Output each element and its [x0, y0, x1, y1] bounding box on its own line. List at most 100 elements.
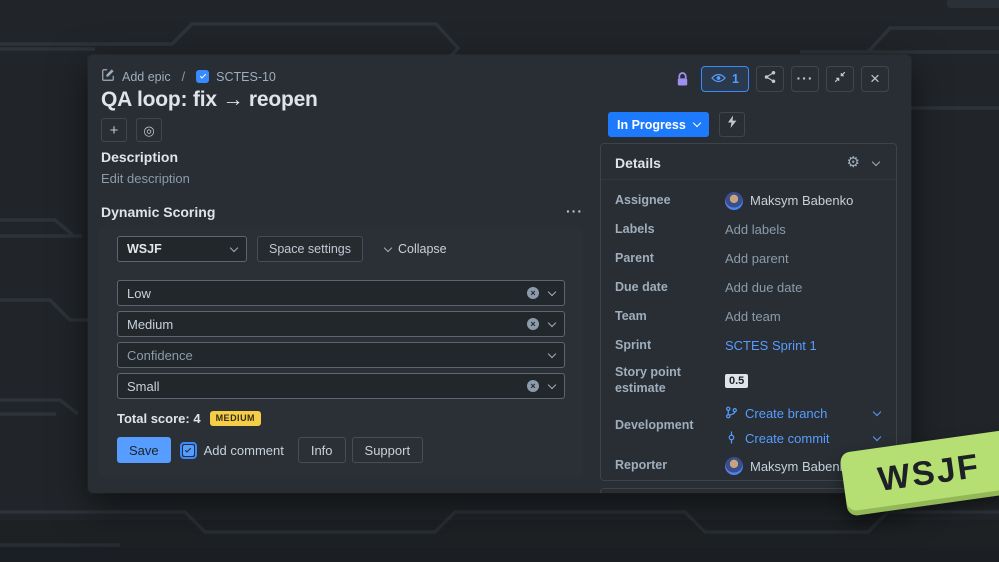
reporter-name: Maksym Babenko	[750, 459, 853, 474]
time-criticality-select[interactable]: Medium	[117, 311, 565, 337]
sprint-label: Sprint	[615, 338, 725, 354]
due-date-label: Due date	[615, 280, 725, 296]
confidence-placeholder: Confidence	[127, 348, 193, 363]
details-rows: Assignee Maksym Babenko Labels Add label…	[601, 180, 896, 482]
labels-row: Labels Add labels	[615, 215, 882, 244]
commit-icon	[725, 431, 738, 447]
due-date-row: Due date Add due date	[615, 273, 882, 302]
chevron-down-icon	[384, 243, 392, 251]
team-row: Team Add team	[615, 302, 882, 331]
story-points-label: Story point estimate	[615, 365, 725, 396]
confidence-select[interactable]: Confidence	[117, 342, 565, 368]
avatar	[725, 457, 743, 475]
total-score-text: Total score: 4	[117, 411, 201, 426]
app-background: { "breadcrumb": { "add_epic": "Add epic"…	[0, 0, 999, 562]
support-button[interactable]: Support	[352, 437, 424, 463]
status-label: In Progress	[617, 118, 686, 132]
description-heading: Description	[101, 149, 178, 165]
clear-icon[interactable]	[527, 380, 539, 392]
story-points-row: Story point estimate 0.5	[615, 360, 882, 402]
create-commit-label: Create commit	[745, 431, 830, 446]
collapse-toggle[interactable]: Collapse	[385, 242, 447, 256]
chevron-down-icon	[548, 380, 556, 388]
development-links: Create branch Create commit	[725, 406, 882, 447]
chevron-down-icon	[548, 349, 556, 357]
space-settings-button[interactable]: Space settings	[257, 236, 363, 262]
assignee-name: Maksym Babenko	[750, 193, 853, 208]
parent-row: Parent Add parent	[615, 244, 882, 273]
issue-dialog: 1	[88, 55, 911, 493]
time-criticality-value: Medium	[127, 317, 173, 332]
assignee-row: Assignee Maksym Babenko	[615, 186, 882, 215]
close-icon	[870, 70, 880, 89]
wsjf-sticker-text: WSJF	[876, 447, 983, 500]
gear-icon[interactable]	[847, 154, 860, 172]
job-size-select[interactable]: Small	[117, 373, 565, 399]
header-actions: 1	[676, 66, 889, 92]
add-comment-label[interactable]: Add comment	[204, 443, 284, 458]
create-commit-link[interactable]: Create commit	[725, 431, 882, 447]
details-header[interactable]: Details	[601, 144, 896, 180]
quick-actions	[101, 118, 162, 142]
collapse-dialog-button[interactable]	[826, 66, 854, 92]
development-row: Development Create branch	[615, 402, 882, 450]
issue-title[interactable]: QA loop: fix → reopen	[101, 88, 318, 112]
chevron-down-icon	[693, 119, 701, 127]
development-label: Development	[615, 418, 725, 434]
description-placeholder[interactable]: Edit description	[101, 171, 190, 186]
clear-icon[interactable]	[527, 287, 539, 299]
share-button[interactable]	[756, 66, 784, 92]
edit-epic-icon	[101, 68, 115, 85]
story-points-value[interactable]: 0.5	[725, 374, 882, 388]
chevron-down-icon[interactable]	[873, 408, 881, 416]
add-comment-checkbox[interactable]	[180, 442, 197, 459]
job-size-value: Small	[127, 379, 160, 394]
breadcrumb-issue-key[interactable]: SCTES-10	[216, 70, 276, 84]
lightning-icon	[726, 115, 738, 134]
chevron-down-icon[interactable]	[873, 433, 881, 441]
breadcrumb-separator: /	[182, 70, 185, 84]
dynamic-scoring-header: Dynamic Scoring	[101, 203, 583, 221]
assignee-value[interactable]: Maksym Babenko	[725, 192, 882, 210]
more-icon	[797, 70, 814, 88]
business-value-select[interactable]: Low	[117, 280, 565, 306]
more-actions-button[interactable]	[791, 66, 819, 92]
branch-icon	[725, 406, 738, 422]
score-badge: MEDIUM	[210, 411, 262, 426]
create-branch-link[interactable]: Create branch	[725, 406, 882, 422]
business-value-value: Low	[127, 286, 151, 301]
scoring-toolbar: WSJF Space settings Collapse	[117, 236, 565, 262]
parent-value[interactable]: Add parent	[725, 251, 882, 266]
collapse-icon	[833, 70, 847, 89]
labels-value[interactable]: Add labels	[725, 222, 882, 237]
status-dropdown[interactable]: In Progress	[608, 112, 709, 137]
details-heading: Details	[615, 155, 847, 171]
framework-select[interactable]: WSJF	[117, 236, 247, 262]
scoring-more-icon[interactable]	[566, 203, 583, 221]
automation-button[interactable]	[719, 112, 745, 137]
checkbox-fill	[183, 445, 194, 456]
add-button[interactable]	[101, 118, 127, 142]
save-button[interactable]: Save	[117, 437, 171, 463]
parent-label: Parent	[615, 251, 725, 267]
unlock-icon[interactable]	[676, 72, 689, 87]
labels-label: Labels	[615, 222, 725, 238]
sprint-value[interactable]: SCTES Sprint 1	[725, 338, 882, 353]
watchers-button[interactable]: 1	[701, 66, 749, 92]
story-points-badge: 0.5	[725, 374, 748, 388]
dynamic-scoring-heading: Dynamic Scoring	[101, 204, 215, 220]
due-date-value[interactable]: Add due date	[725, 280, 882, 295]
dynamic-scoring-panel: WSJF Space settings Collapse Low Medium	[99, 228, 583, 477]
assignee-label: Assignee	[615, 193, 725, 209]
collapse-label: Collapse	[398, 242, 447, 256]
watchers-count: 1	[732, 72, 739, 86]
team-value[interactable]: Add team	[725, 309, 882, 324]
goal-button[interactable]	[136, 118, 162, 142]
details-panel: Details Assignee Maksym Babenko Labels A…	[600, 143, 897, 481]
breadcrumb: Add epic / SCTES-10	[101, 68, 276, 85]
clear-icon[interactable]	[527, 318, 539, 330]
breadcrumb-add-epic[interactable]: Add epic	[122, 70, 171, 84]
chevron-down-icon	[548, 287, 556, 295]
close-dialog-button[interactable]	[861, 66, 889, 92]
info-button[interactable]: Info	[298, 437, 346, 463]
